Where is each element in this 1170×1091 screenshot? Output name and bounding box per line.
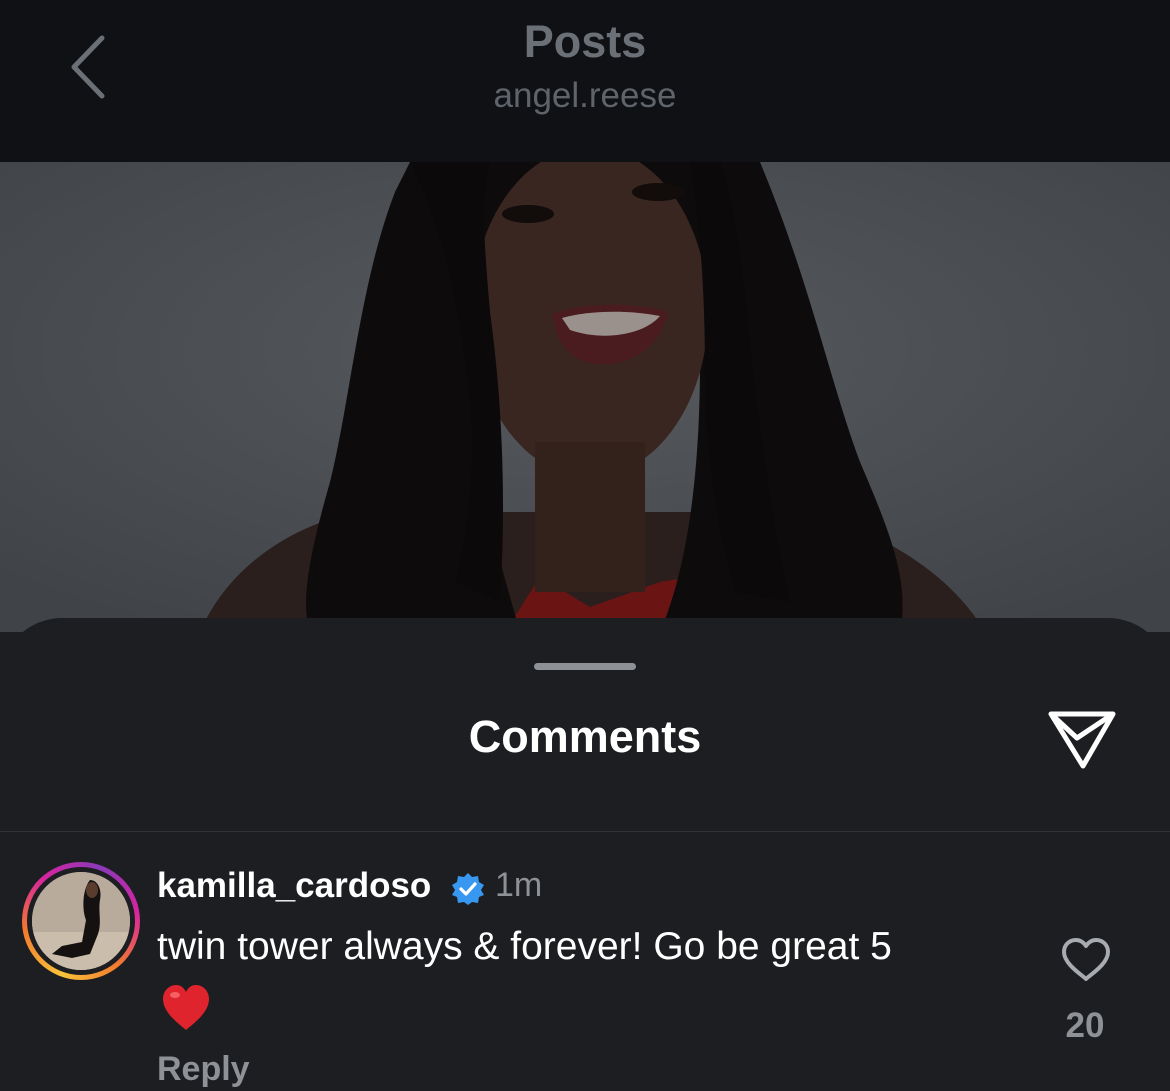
avatar-photo (32, 872, 130, 970)
verified-badge-icon (452, 873, 484, 905)
avatar-illustration (32, 872, 130, 970)
comment-username[interactable]: kamilla_cardoso (157, 866, 431, 906)
avatar-ring-gap (27, 867, 135, 975)
page-title: Posts (523, 16, 647, 67)
comments-title: Comments (468, 711, 702, 762)
like-count: 20 (1065, 1006, 1105, 1045)
sheet-drag-handle[interactable] (534, 663, 636, 670)
page-subtitle: angel.reese (493, 76, 677, 115)
heart-outline-icon (1062, 938, 1110, 981)
reply-button[interactable]: Reply (157, 1050, 250, 1089)
comment-item: kamilla_cardoso 1m twin tower always & f… (0, 832, 1170, 1091)
avatar[interactable] (22, 862, 140, 980)
portrait-illustration (0, 162, 1170, 632)
comment-timestamp: 1m (495, 866, 543, 904)
top-nav-bar: Posts angel.reese (0, 0, 1170, 162)
comments-sheet: Comments kamilla_cardoso 1m twin tower a… (0, 618, 1170, 1091)
post-image (0, 162, 1170, 632)
comment-text: twin tower always & forever! Go be great… (157, 925, 892, 968)
like-button[interactable] (1058, 932, 1114, 988)
paper-plane-icon (1048, 711, 1116, 769)
red-heart-emoji (163, 985, 209, 1030)
share-button[interactable] (1042, 703, 1122, 775)
